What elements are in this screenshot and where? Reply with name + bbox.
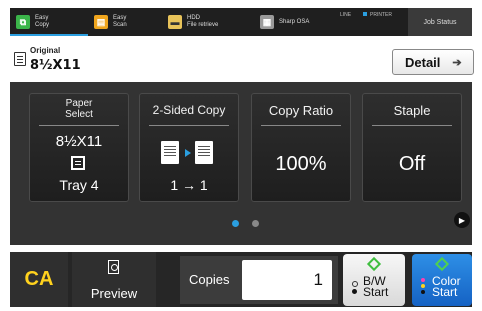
tile-title: Copy Ratio: [268, 103, 334, 118]
mode-label: Sharp OSA: [279, 19, 310, 25]
start-lamp-icon: [434, 256, 450, 272]
original-size: 8½X11: [30, 58, 81, 73]
paper-select-tile[interactable]: Paper Select 8½X11 Tray 4: [29, 93, 129, 202]
bw-indicator-icon: [352, 281, 358, 287]
bottom-bar: CA Preview Copies 1 B/W Start Color Star…: [10, 252, 472, 307]
easy-scan-icon: ▤: [94, 15, 108, 29]
bw-start-label: Start: [363, 285, 389, 299]
folder-icon: ▬: [168, 15, 182, 29]
detail-label: Detail: [405, 54, 441, 70]
mode-label: HDD: [187, 15, 200, 21]
tile-divider: [261, 125, 341, 126]
page-indicator-dot[interactable]: [252, 220, 259, 227]
color-start-label: Start: [432, 285, 458, 299]
color-start-button[interactable]: Color Start: [412, 254, 472, 306]
staple-value: Off: [398, 153, 426, 175]
printer-led-icon: [363, 12, 367, 16]
preview-label: Preview: [90, 286, 138, 301]
mode-easy-scan[interactable]: ▤ Easy Scan: [88, 8, 162, 36]
tile-divider: [149, 125, 229, 126]
job-status-button[interactable]: Job Status: [408, 8, 472, 36]
tile-title: Staple: [393, 103, 431, 118]
start-lamp-icon: [366, 256, 382, 272]
preview-button[interactable]: Preview: [72, 252, 156, 307]
tile-title: Paper Select: [65, 98, 93, 120]
mode-sharp-osa[interactable]: ▦ Sharp OSA: [254, 8, 340, 36]
arrow-right-icon: ➔: [452, 56, 462, 69]
paper-size-value: 8½X11: [55, 133, 103, 150]
mode-easy-copy[interactable]: ⧉ Easy Copy: [10, 8, 88, 36]
staple-tile[interactable]: Staple Off: [362, 93, 462, 202]
original-label: Original: [30, 46, 61, 55]
duplex-value: 1 → 1: [170, 177, 208, 193]
tray-value: Tray 4: [59, 177, 99, 193]
tile-divider: [372, 125, 452, 126]
printer-indicator: PRINTER: [370, 12, 392, 18]
clear-all-button[interactable]: CA: [10, 252, 68, 307]
top-bar: ⧉ Easy Copy ▤ Easy Scan ▬ HDD File retri…: [10, 8, 472, 36]
bw-start-button[interactable]: B/W Start: [343, 254, 405, 306]
mode-label: File retrieve: [187, 22, 219, 28]
copy-ratio-tile[interactable]: Copy Ratio 100%: [251, 93, 351, 202]
duplex-icon: [161, 141, 217, 165]
copies-input[interactable]: 1: [242, 260, 332, 300]
tile-title: 2-Sided Copy: [152, 103, 226, 117]
mode-label: Easy: [113, 15, 127, 21]
preview-icon: [108, 260, 119, 274]
bw-indicator-icon: [352, 289, 357, 294]
mode-label: Scan: [113, 22, 127, 28]
next-page-icon[interactable]: ▶: [454, 212, 470, 228]
page-indicator-dot-active[interactable]: [232, 220, 239, 227]
easy-copy-icon: ⧉: [16, 15, 30, 29]
copies-control: Copies 1: [180, 256, 338, 304]
copy-ratio-value: 100%: [275, 153, 327, 175]
tile-divider: [39, 125, 119, 126]
paper-tray-icon: [71, 156, 85, 170]
line-indicator: LINE: [340, 12, 352, 18]
sharp-osa-icon: ▦: [260, 15, 274, 29]
mode-hdd-file-retrieve[interactable]: ▬ HDD File retrieve: [162, 8, 254, 36]
color-indicator-icon: [421, 278, 425, 282]
detail-button[interactable]: Detail ➔: [392, 49, 474, 75]
mode-label: Easy: [35, 15, 49, 21]
mode-label: Copy: [35, 22, 50, 28]
copies-label: Copies: [189, 272, 230, 287]
original-document-icon: [14, 52, 26, 66]
copy-settings-panel: Paper Select 8½X11 Tray 4 2-Sided Copy 1…: [10, 82, 472, 245]
two-sided-copy-tile[interactable]: 2-Sided Copy 1 → 1: [139, 93, 239, 202]
